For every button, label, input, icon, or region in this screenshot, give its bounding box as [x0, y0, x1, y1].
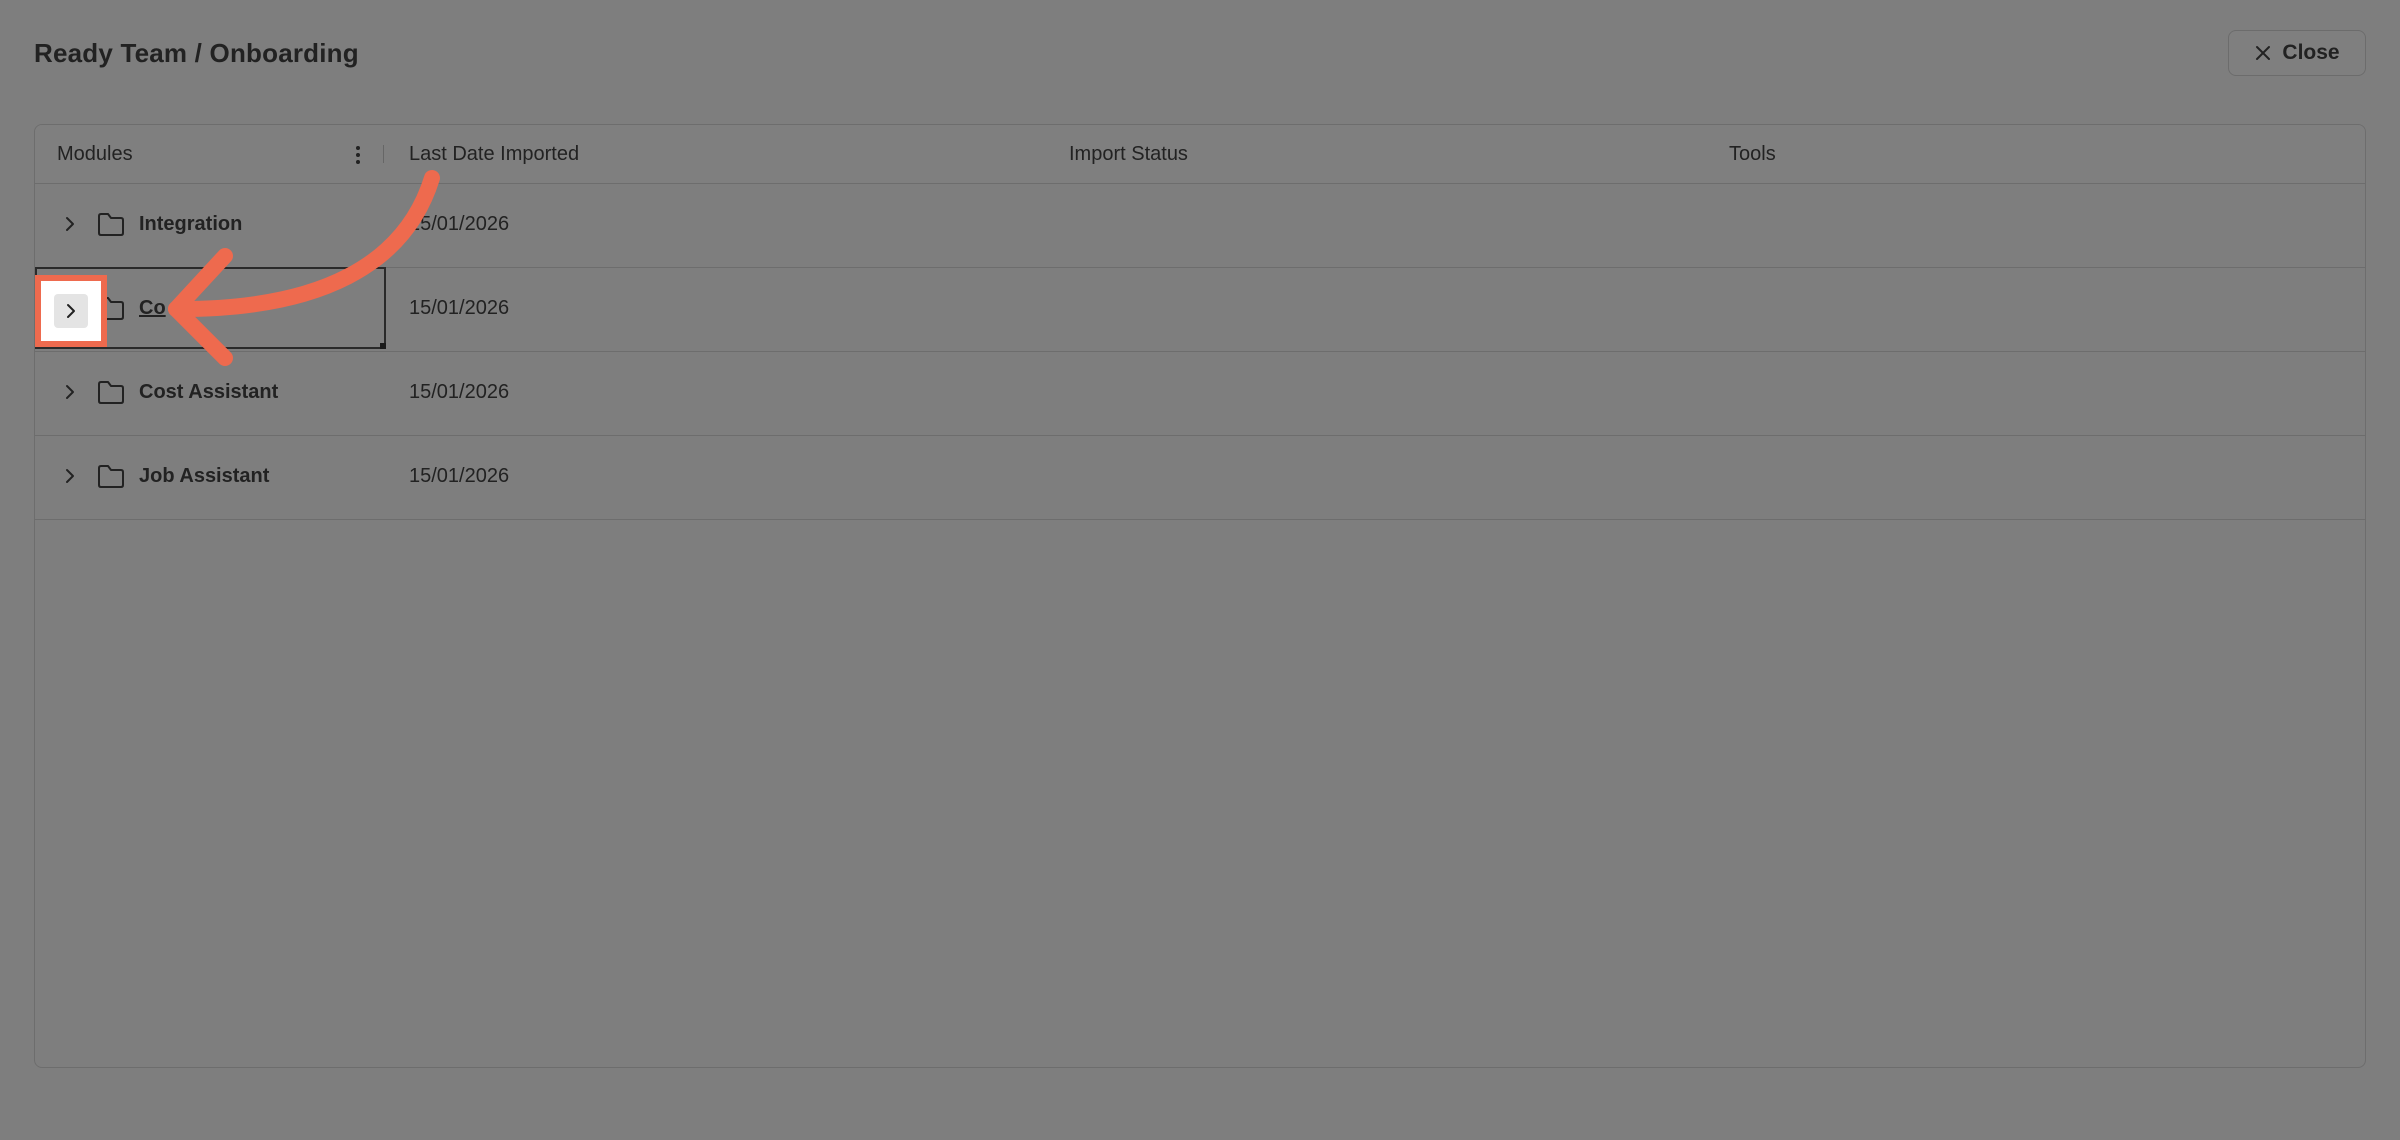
highlighted-expand-button[interactable]: [35, 275, 107, 347]
page-title: Ready Team / Onboarding: [34, 38, 359, 68]
table-row[interactable]: Cost Assistant 15/01/2026: [35, 351, 2365, 436]
last-date-imported: 15/01/2026: [409, 465, 510, 487]
table-row[interactable]: Job Assistant 15/01/2026: [35, 435, 2365, 520]
modal-page: Ready Team / Onboarding Close Modules La…: [0, 0, 2400, 1140]
table-row[interactable]: Integration 15/01/2026: [35, 183, 2365, 268]
expand-row-button[interactable]: [57, 377, 83, 407]
column-header-import-status[interactable]: Import Status: [1069, 143, 1188, 166]
chevron-right-icon: [66, 217, 74, 231]
column-resize-handle[interactable]: [383, 145, 384, 163]
kebab-menu-icon[interactable]: [350, 143, 366, 167]
column-header-tools[interactable]: Tools: [1729, 143, 1776, 166]
table-row[interactable]: Co 15/01/2026: [35, 267, 2365, 352]
fill-handle[interactable]: [380, 343, 386, 349]
chevron-right-icon: [67, 304, 75, 318]
folder-icon: [98, 465, 124, 488]
expand-row-button[interactable]: [57, 461, 83, 491]
folder-icon: [98, 381, 124, 404]
module-name: Integration: [139, 213, 243, 235]
close-button[interactable]: Close: [2228, 30, 2366, 76]
module-name: Cost Assistant: [139, 381, 279, 403]
close-button-label: Close: [2282, 41, 2340, 64]
module-name: Job Assistant: [139, 465, 270, 487]
modules-table: Modules Last Date Imported Import Status…: [34, 124, 2366, 1068]
chevron-right-icon: [66, 469, 74, 483]
column-header-modules[interactable]: Modules: [57, 143, 133, 166]
folder-icon: [98, 213, 124, 236]
expand-row-button[interactable]: [57, 209, 83, 239]
last-date-imported: 15/01/2026: [409, 381, 510, 403]
table-header: Modules Last Date Imported Import Status…: [35, 125, 2365, 184]
module-name: Co: [139, 297, 166, 319]
expand-row-button[interactable]: [54, 294, 88, 328]
chevron-right-icon: [66, 385, 74, 399]
close-icon: [2256, 46, 2271, 60]
last-date-imported: 15/01/2026: [409, 213, 510, 235]
modal-header: Ready Team / Onboarding Close: [34, 30, 2366, 80]
column-header-last-date-imported[interactable]: Last Date Imported: [409, 143, 579, 166]
last-date-imported: 15/01/2026: [409, 297, 510, 319]
